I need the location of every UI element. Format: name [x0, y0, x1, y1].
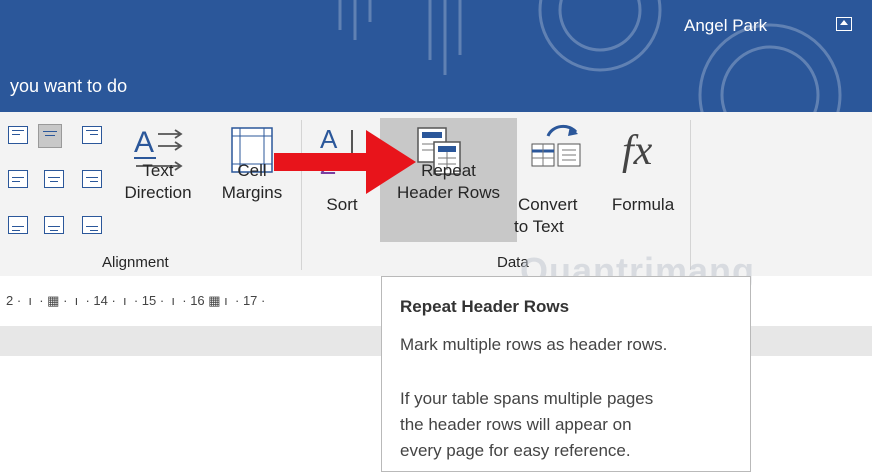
- align-top-left-icon[interactable]: [8, 126, 28, 144]
- group-separator-2: [690, 120, 691, 270]
- align-bottom-left-icon[interactable]: [8, 216, 28, 234]
- convert-to-text-label-1: Convert: [518, 195, 578, 214]
- tooltip-line-1: Mark multiple rows as header rows.: [400, 335, 668, 354]
- ruler-ticks: 2 · ı · ▦ · ı · 14 · ı · 15 · ı · 16 ▦ ı…: [6, 293, 266, 308]
- convert-to-text-icon: [531, 124, 581, 167]
- tell-me-box[interactable]: you want to do: [10, 76, 127, 97]
- ribbon-display-options-icon[interactable]: [836, 17, 852, 31]
- align-center-icon[interactable]: [44, 170, 64, 188]
- formula-icon: fx: [622, 128, 653, 174]
- tooltip-line-3: the header rows will appear on: [400, 415, 632, 434]
- svg-text:fx: fx: [622, 128, 653, 174]
- title-bar: Angel Park you want to do: [0, 0, 872, 112]
- tooltip-title: Repeat Header Rows: [400, 297, 570, 316]
- svg-text:A: A: [134, 126, 154, 159]
- convert-to-text-label-2: to Text: [514, 217, 564, 236]
- align-top-right-icon[interactable]: [82, 126, 102, 144]
- tooltip: Repeat Header Rows Mark multiple rows as…: [381, 276, 751, 472]
- tooltip-line-4: every page for easy reference.: [400, 441, 631, 460]
- align-bottom-center-icon[interactable]: [44, 216, 64, 234]
- align-top-center-icon[interactable]: [38, 124, 62, 148]
- align-center-right-icon[interactable]: [82, 170, 102, 188]
- title-decoration: [338, 0, 842, 112]
- formula-label: Formula: [611, 195, 675, 214]
- user-name[interactable]: Angel Park: [684, 16, 767, 36]
- tooltip-line-2: If your table spans multiple pages: [400, 389, 654, 408]
- alignment-group-label: Alignment: [102, 254, 169, 271]
- annotation-arrow: [274, 130, 416, 194]
- align-center-left-icon[interactable]: [8, 170, 28, 188]
- text-direction-label-1: Text: [142, 161, 174, 180]
- align-bottom-right-icon[interactable]: [82, 216, 102, 234]
- text-direction-label-2: Direction: [124, 183, 192, 202]
